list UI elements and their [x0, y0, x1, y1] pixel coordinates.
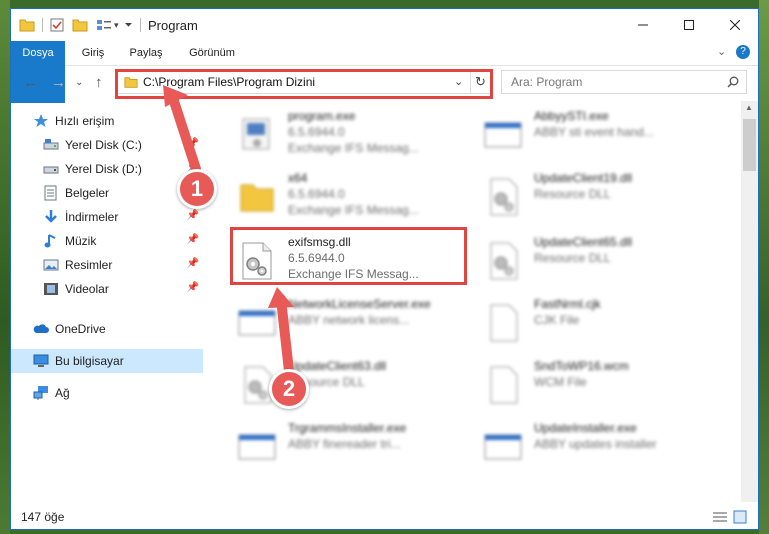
desktop-background-left	[0, 0, 10, 534]
arrow-head-icon	[268, 287, 294, 308]
callout-badge-1: 1	[177, 169, 217, 209]
desktop-background-right	[759, 0, 769, 534]
explorer-window: ▾ ⏷ Program Dosya Giriş Paylaş Görünüm ⌄…	[10, 8, 759, 530]
annotation-arrows	[163, 85, 294, 376]
callout-badge-2: 2	[269, 369, 309, 409]
